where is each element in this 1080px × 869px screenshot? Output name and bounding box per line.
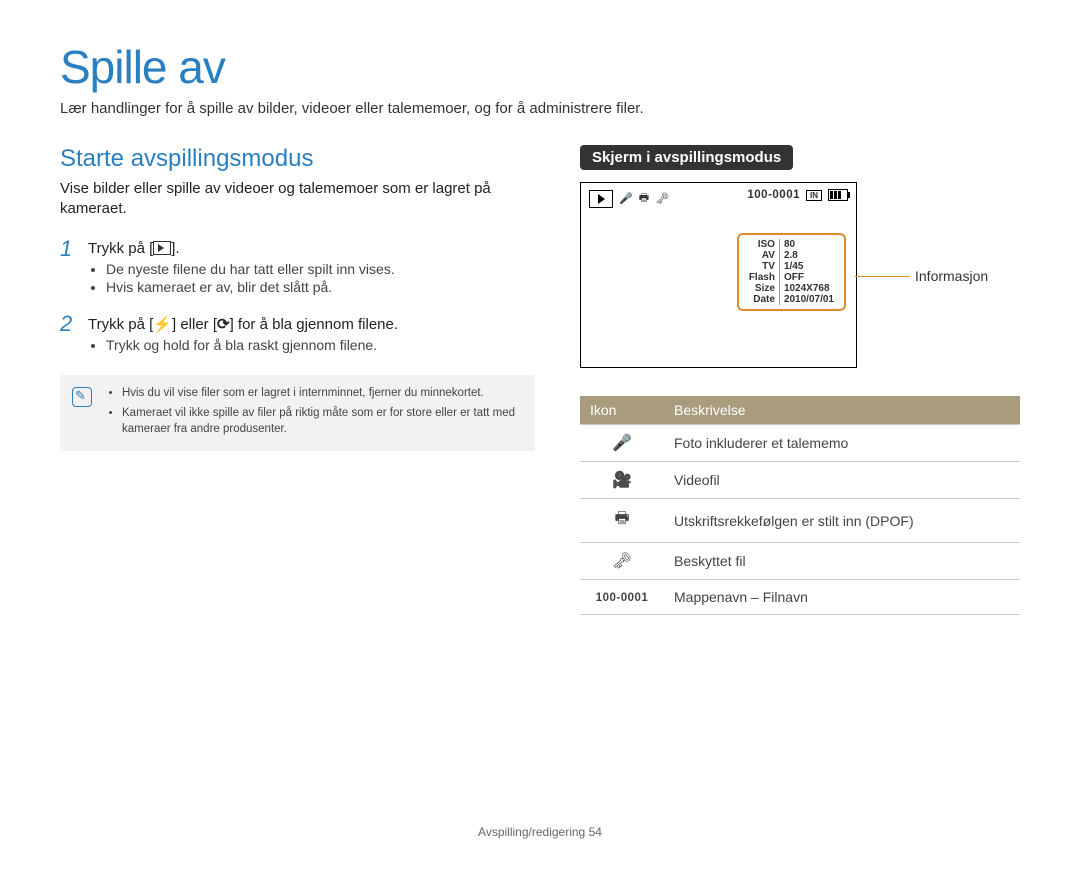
table-row: 🖶 Utskriftsrekkefølgen er stilt inn (DPO… (580, 499, 1020, 543)
video-icon: 🎥 (580, 462, 664, 499)
step-1: 1 Trykk på []. De nyeste filene du har t… (60, 236, 535, 305)
info-val: 2010/07/01 (779, 294, 838, 305)
info-label: Informasjon (915, 268, 988, 284)
display-wrap: 🎤 🖶 🗝 100-0001 IN ISO80 AV2.8 TV1/4 (580, 182, 1020, 368)
step-text: ] eller [ (172, 316, 217, 333)
footer-page: 54 (589, 825, 602, 839)
display-top-left-icons: 🎤 🖶 🗝 (589, 189, 669, 208)
two-column-layout: Starte avspillingsmodus Vise bilder elle… (60, 145, 1020, 615)
info-row: ISO80 (745, 239, 838, 250)
play-icon (153, 241, 171, 255)
left-column: Starte avspillingsmodus Vise bilder elle… (60, 145, 535, 615)
step-body: Trykk på [⚡] eller [⟳] for å bla gjennom… (88, 311, 535, 363)
info-row: FlashOFF (745, 272, 838, 283)
info-val: 1/45 (779, 261, 838, 272)
info-key: Size (745, 283, 780, 294)
info-val: OFF (779, 272, 838, 283)
mic-icon: 🎤 (580, 425, 664, 462)
info-table: ISO80 AV2.8 TV1/45 FlashOFF Size1024X768… (745, 239, 838, 305)
flash-icon: ⚡ (153, 316, 172, 333)
sub-bullet: De nyeste filene du har tatt eller spilt… (106, 261, 535, 277)
table-row: 100-0001 Mappenavn – Filnavn (580, 580, 1020, 615)
info-row: TV1/45 (745, 261, 838, 272)
display-box: 🎤 🖶 🗝 100-0001 IN ISO80 AV2.8 TV1/4 (580, 182, 857, 368)
table-desc: Mappenavn – Filnavn (664, 580, 1020, 615)
right-column: Skjerm i avspillingsmodus 🎤 🖶 🗝 100-0001… (580, 145, 1020, 615)
note-list: Hvis du vil vise filer som er lagret i i… (106, 385, 523, 441)
display-top-right: 100-0001 IN (747, 189, 848, 201)
page-intro: Lær handlinger for å spille av bilder, v… (60, 100, 1020, 117)
info-val: 2.8 (779, 250, 838, 261)
play-mode-icon (589, 190, 613, 208)
step-text: Trykk på [ (88, 240, 153, 257)
note-box: Hvis du vil vise filer som er lagret i i… (60, 375, 535, 451)
table-desc: Beskyttet fil (664, 543, 1020, 580)
step-2: 2 Trykk på [⚡] eller [⟳] for å bla gjenn… (60, 311, 535, 363)
note-icon (72, 387, 92, 407)
info-pointer-line (855, 276, 910, 277)
icon-description-table: Ikon Beskrivelse 🎤 Foto inkluderer et ta… (580, 396, 1020, 615)
table-header-desc: Beskrivelse (664, 396, 1020, 425)
table-desc: Videofil (664, 462, 1020, 499)
info-block: ISO80 AV2.8 TV1/45 FlashOFF Size1024X768… (737, 233, 846, 311)
page-footer: Avspilling/redigering 54 (60, 825, 1020, 839)
step-text: ] for å bla gjennom filene. (230, 316, 398, 333)
print-icon: 🖶 (580, 499, 664, 543)
memory-card-icon: IN (806, 190, 822, 201)
table-header-icon: Ikon (580, 396, 664, 425)
table-row: 🗝 Beskyttet fil (580, 543, 1020, 580)
step-text: ]. (171, 240, 179, 257)
print-icon: 🖶 (639, 189, 649, 208)
step-sublist: Trykk og hold for å bla raskt gjennom fi… (88, 337, 535, 353)
info-row: Size1024X768 (745, 283, 838, 294)
info-val: 80 (779, 239, 838, 250)
table-row: 🎤 Foto inkluderer et talememo (580, 425, 1020, 462)
step-sublist: De nyeste filene du har tatt eller spilt… (88, 261, 535, 295)
battery-icon (828, 189, 848, 201)
info-key: Date (745, 294, 780, 305)
table-desc: Foto inkluderer et talememo (664, 425, 1020, 462)
step-body: Trykk på []. De nyeste filene du har tat… (88, 236, 535, 305)
info-row: Date2010/07/01 (745, 294, 838, 305)
folder-file-icon: 100-0001 (580, 580, 664, 615)
note-item: Hvis du vil vise filer som er lagret i i… (122, 385, 523, 401)
step-main-text: Trykk på [⚡] eller [⟳] for å bla gjennom… (88, 315, 535, 333)
info-row: AV2.8 (745, 250, 838, 261)
mic-icon: 🎤 (619, 192, 633, 205)
sub-bullet: Trykk og hold for å bla raskt gjennom fi… (106, 337, 535, 353)
info-key: Flash (745, 272, 780, 283)
step-number: 2 (60, 311, 78, 363)
info-key: AV (745, 250, 780, 261)
info-key: TV (745, 261, 780, 272)
page: Spille av Lær handlinger for å spille av… (0, 0, 1080, 869)
section-pill: Skjerm i avspillingsmodus (580, 145, 793, 170)
folder-file-label: 100-0001 (747, 189, 800, 201)
table-header-row: Ikon Beskrivelse (580, 396, 1020, 425)
step-text: Trykk på [ (88, 316, 153, 333)
section-title: Starte avspillingsmodus (60, 145, 535, 173)
lock-icon: 🗝 (580, 543, 664, 580)
step-main-text: Trykk på []. (88, 240, 535, 257)
self-timer-icon: ⟳ (217, 316, 230, 333)
page-title: Spille av (60, 40, 1020, 94)
note-icon-wrap (72, 385, 94, 441)
step-number: 1 (60, 236, 78, 305)
info-key: ISO (745, 239, 780, 250)
table-desc: Utskriftsrekkefølgen er stilt inn (DPOF) (664, 499, 1020, 543)
lock-icon: 🗝 (655, 192, 669, 205)
table-row: 🎥 Videofil (580, 462, 1020, 499)
footer-section: Avspilling/redigering (478, 825, 585, 839)
section-intro: Vise bilder eller spille av videoer og t… (60, 179, 535, 220)
info-val: 1024X768 (779, 283, 838, 294)
sub-bullet: Hvis kameraet er av, blir det slått på. (106, 279, 535, 295)
note-item: Kameraet vil ikke spille av filer på rik… (122, 405, 523, 437)
